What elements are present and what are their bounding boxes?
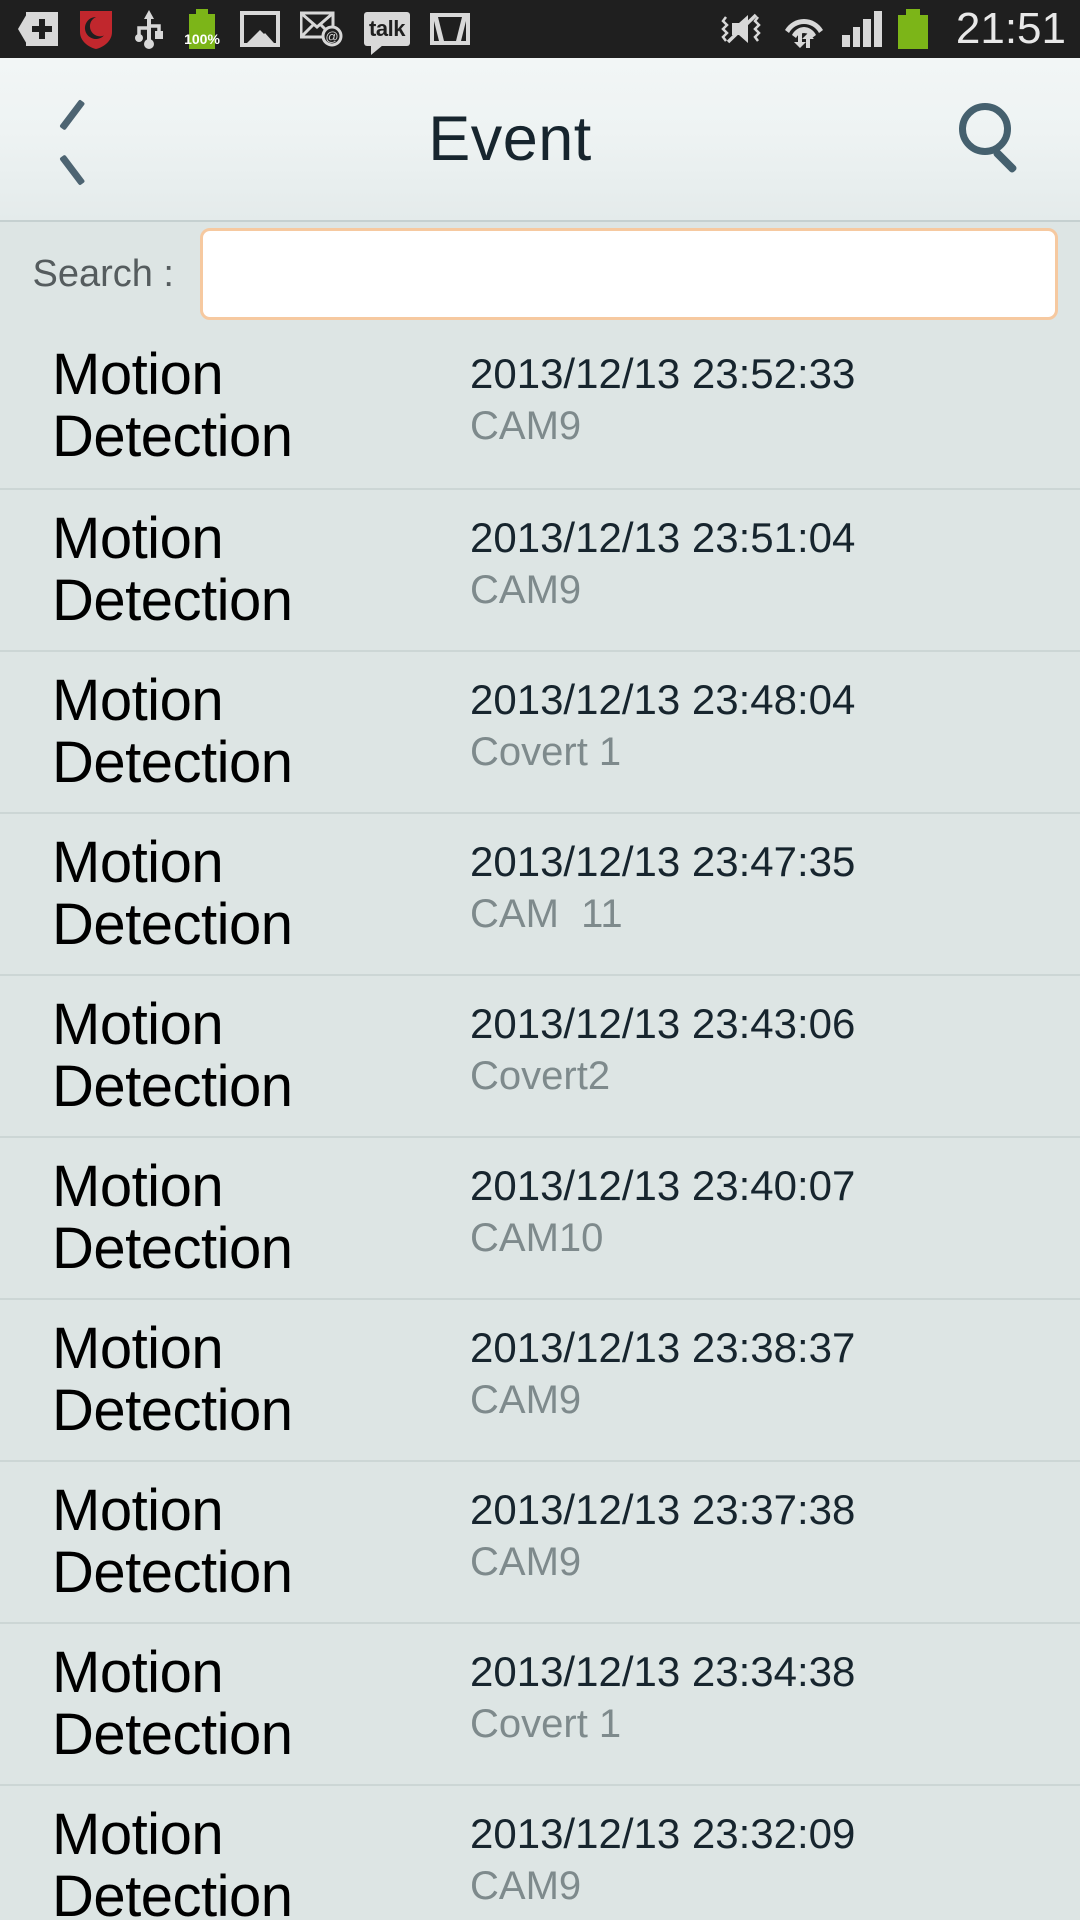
gallery-icon <box>240 7 280 51</box>
event-timestamp: 2013/12/13 23:40:07 <box>470 1162 856 1209</box>
talk-icon: talk <box>364 7 410 55</box>
event-camera-label: Covert 1 <box>470 730 622 775</box>
event-timestamp: 2013/12/13 23:51:04 <box>470 514 856 561</box>
event-meta: 2013/12/13 23:32:09 CAM9 <box>470 1786 1080 1910</box>
event-row[interactable]: Motion Detection 2013/12/13 23:40:07 CAM10 <box>0 1136 1080 1298</box>
event-camera-label: CAM9 <box>470 1864 582 1909</box>
event-camera-label: CAM9 <box>470 1378 582 1423</box>
battery-100-icon: 100% <box>184 7 220 51</box>
battery-icon <box>897 7 928 51</box>
event-row[interactable]: Motion Detection 2013/12/13 23:37:38 CAM9 <box>0 1460 1080 1622</box>
event-type-label: Motion Detection <box>52 342 293 470</box>
event-meta: 2013/12/13 23:47:35 CAM 11 <box>470 814 1080 938</box>
svg-text:@: @ <box>325 29 338 44</box>
search-input[interactable] <box>200 228 1058 320</box>
event-meta: 2013/12/13 23:43:06 Covert2 <box>470 976 1080 1100</box>
event-type-label: Motion Detection <box>52 830 293 958</box>
red-shield-icon <box>78 7 114 51</box>
event-camera-label: Covert2 <box>470 1054 611 1099</box>
event-type-label: Motion Detection <box>52 1316 293 1444</box>
event-row[interactable]: Motion Detection 2013/12/13 23:51:04 CAM9 <box>0 488 1080 650</box>
event-meta: 2013/12/13 23:37:38 CAM9 <box>470 1462 1080 1586</box>
event-timestamp: 2013/12/13 23:37:38 <box>470 1486 856 1533</box>
event-timestamp: 2013/12/13 23:32:09 <box>470 1810 856 1857</box>
event-row[interactable]: Motion Detection 2013/12/13 23:38:37 CAM9 <box>0 1298 1080 1460</box>
event-row[interactable]: Motion Detection 2013/12/13 23:47:35 CAM 1… <box>0 812 1080 974</box>
event-timestamp: 2013/12/13 23:52:33 <box>470 350 856 397</box>
page-title: Event <box>428 104 592 174</box>
event-camera-label: CAM9 <box>470 568 582 613</box>
download-tag-icon <box>18 7 58 51</box>
event-timestamp: 2013/12/13 23:34:38 <box>470 1648 856 1695</box>
event-type-label: Motion Detection <box>52 506 293 634</box>
event-type-label: Motion Detection <box>52 992 293 1120</box>
event-timestamp: 2013/12/13 23:48:04 <box>470 676 856 723</box>
search-icon <box>959 103 1031 175</box>
email-at-icon: @ <box>300 7 344 51</box>
event-meta: 2013/12/13 23:52:33 CAM9 <box>470 326 1080 450</box>
status-bar: 100% @ talk 21:51 <box>0 0 1080 58</box>
event-timestamp: 2013/12/13 23:38:37 <box>470 1324 856 1371</box>
usb-icon <box>134 7 164 51</box>
event-type-label: Motion Detection <box>52 1154 293 1282</box>
event-meta: 2013/12/13 23:40:07 CAM10 <box>470 1138 1080 1262</box>
event-row[interactable]: Motion Detection 2013/12/13 23:43:06 Cover… <box>0 974 1080 1136</box>
event-camera-label: CAM9 <box>470 1540 582 1585</box>
event-type-label: Motion Detection <box>52 1640 293 1768</box>
event-timestamp: 2013/12/13 23:47:35 <box>470 838 856 885</box>
event-type-label: Motion Detection <box>52 1802 293 1920</box>
event-row[interactable]: Motion Detection 2013/12/13 23:48:04 Cover… <box>0 650 1080 812</box>
gmail-icon <box>430 7 470 51</box>
event-camera-label: CAM9 <box>470 404 582 449</box>
event-list[interactable]: Motion Detection 2013/12/13 23:52:33 CAM9 M… <box>0 326 1080 1920</box>
event-timestamp: 2013/12/13 23:43:06 <box>470 1000 856 1047</box>
event-row[interactable]: Motion Detection 2013/12/13 23:32:09 CAM9 <box>0 1784 1080 1920</box>
status-bar-clock: 21:51 <box>955 4 1066 53</box>
event-type-label: Motion Detection <box>52 1478 293 1606</box>
search-row: Search : <box>0 222 1080 326</box>
event-meta: 2013/12/13 23:51:04 CAM9 <box>470 490 1080 614</box>
search-button[interactable] <box>910 57 1080 221</box>
back-chevron-icon <box>58 109 92 169</box>
event-meta: 2013/12/13 23:34:38 Covert 1 <box>470 1624 1080 1748</box>
svg-text:100%: 100% <box>184 31 220 47</box>
event-row[interactable]: Motion Detection 2013/12/13 23:34:38 Cover… <box>0 1622 1080 1784</box>
status-bar-right-icons: 21:51 <box>718 7 1066 51</box>
vibrate-off-icon <box>718 7 766 51</box>
action-bar: Event <box>0 58 1080 222</box>
event-camera-label: CAM 11 <box>470 892 623 937</box>
event-camera-label: Covert 1 <box>470 1702 622 1747</box>
event-meta: 2013/12/13 23:38:37 CAM9 <box>470 1300 1080 1424</box>
status-bar-left-icons: 100% @ talk <box>18 7 718 55</box>
signal-bars-icon <box>841 7 882 51</box>
event-camera-label: CAM10 <box>470 1216 604 1261</box>
wifi-icon <box>782 7 826 51</box>
talk-icon-label: talk <box>364 12 410 55</box>
search-label: Search : <box>32 252 174 295</box>
event-type-label: Motion Detection <box>52 668 293 796</box>
event-meta: 2013/12/13 23:48:04 Covert 1 <box>470 652 1080 776</box>
event-row[interactable]: Motion Detection 2013/12/13 23:52:33 CAM9 <box>0 326 1080 488</box>
